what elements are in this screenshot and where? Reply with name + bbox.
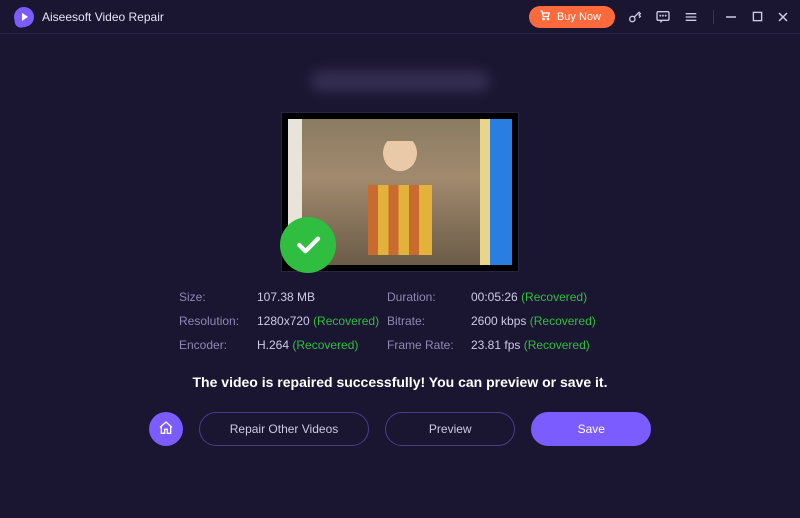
framerate-label: Frame Rate: <box>387 338 471 352</box>
maximize-button[interactable] <box>750 10 764 24</box>
home-icon <box>158 420 174 439</box>
duration-label: Duration: <box>387 290 471 304</box>
video-filename-blurred <box>310 70 490 92</box>
save-button[interactable]: Save <box>531 412 651 446</box>
close-button[interactable] <box>776 10 790 24</box>
success-message: The video is repaired successfully! You … <box>193 374 608 390</box>
feedback-icon[interactable] <box>655 9 671 25</box>
framerate-value: 23.81 fps (Recovered) <box>471 338 621 352</box>
app-logo-icon <box>12 5 35 28</box>
encoder-label: Encoder: <box>179 338 257 352</box>
home-button[interactable] <box>149 412 183 446</box>
buy-now-button[interactable]: Buy Now <box>529 6 615 28</box>
titlebar: Aiseesoft Video Repair Buy Now <box>0 0 800 34</box>
bitrate-value: 2600 kbps (Recovered) <box>471 314 621 328</box>
brand: Aiseesoft Video Repair <box>14 7 164 27</box>
success-checkmark-icon <box>280 217 336 273</box>
encoder-value: H.264 (Recovered) <box>257 338 387 352</box>
titlebar-separator <box>713 10 714 24</box>
duration-value: 00:05:26 (Recovered) <box>471 290 621 304</box>
app-name: Aiseesoft Video Repair <box>42 10 164 24</box>
size-label: Size: <box>179 290 257 304</box>
cart-icon <box>539 9 551 24</box>
repair-other-videos-button[interactable]: Repair Other Videos <box>199 412 370 446</box>
size-value: 107.38 MB <box>257 290 387 304</box>
bitrate-label: Bitrate: <box>387 314 471 328</box>
key-icon[interactable] <box>627 9 643 25</box>
metadata-grid: Size: 107.38 MB Duration: 00:05:26 (Reco… <box>179 290 621 352</box>
resolution-value: 1280x720 (Recovered) <box>257 314 387 328</box>
minimize-button[interactable] <box>724 10 738 24</box>
menu-icon[interactable] <box>683 9 699 25</box>
buy-now-label: Buy Now <box>557 11 601 23</box>
preview-button[interactable]: Preview <box>385 412 515 446</box>
video-thumbnail <box>281 112 519 272</box>
resolution-label: Resolution: <box>179 314 257 328</box>
action-bar: Repair Other Videos Preview Save <box>149 412 652 446</box>
